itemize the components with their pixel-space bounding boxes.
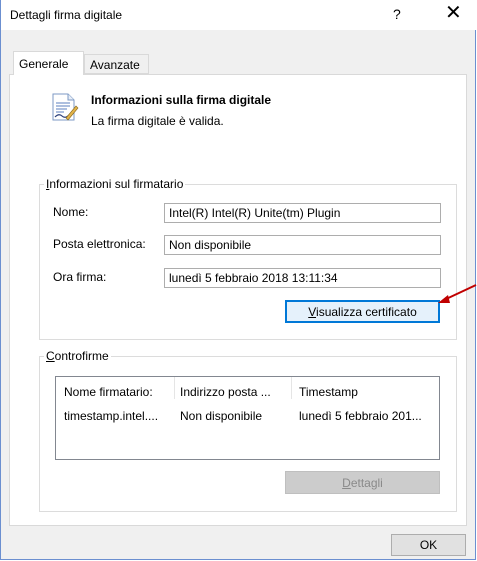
column-header-email[interactable]: Indirizzo posta ... [180, 385, 288, 399]
digital-signature-details-dialog: Dettagli firma digitale ? ✕ Generale Ava… [0, 0, 476, 560]
signing-time-label: Ora firma: [53, 270, 107, 284]
close-icon[interactable]: ✕ [445, 3, 462, 23]
countersignatures-legend: Controfirme [44, 349, 111, 363]
row-timestamp[interactable]: lunedì 5 febbraio 201... [299, 409, 439, 423]
column-header-timestamp[interactable]: Timestamp [299, 385, 439, 399]
countersign-legend-mnemonic: C [46, 349, 55, 363]
help-button[interactable]: ? [393, 6, 401, 22]
title-bar: Dettagli firma digitale ? ✕ [1, 0, 476, 30]
red-arrow-annotation-icon [438, 284, 477, 303]
countersignatures-list[interactable]: Nome firmatario: Indirizzo posta ... Tim… [55, 376, 440, 460]
row-signer-name[interactable]: timestamp.intel.... [64, 409, 174, 423]
name-field[interactable]: Intel(R) Intel(R) Unite(tm) Plugin [164, 203, 441, 223]
details-mnemonic: D [342, 476, 351, 490]
view-cert-label: isualizza certificato [316, 305, 417, 319]
name-label: Nome: [53, 205, 89, 219]
email-label: Posta elettronica: [53, 237, 146, 251]
details-button[interactable]: Dettagli [285, 471, 440, 494]
view-certificate-button[interactable]: Visualizza certificato [285, 300, 440, 323]
column-separator[interactable] [291, 377, 292, 399]
column-header-signer-name[interactable]: Nome firmatario: [64, 385, 172, 399]
details-label: ettagli [350, 476, 383, 490]
email-field[interactable]: Non disponibile [164, 235, 441, 255]
view-cert-mnemonic: V [308, 305, 317, 319]
tab-avanzate[interactable]: Avanzate [84, 54, 149, 74]
signer-info-legend: Informazioni sul firmatario [44, 177, 186, 191]
signing-time-field[interactable]: lunedì 5 febbraio 2018 13:11:34 [164, 268, 441, 288]
tab-generale[interactable]: Generale [13, 51, 84, 75]
certificate-document-icon [52, 93, 79, 121]
signer-legend-text: nformazioni sul firmatario [49, 177, 184, 191]
signature-valid-text: La firma digitale è valida. [91, 114, 224, 128]
ok-button[interactable]: OK [391, 534, 466, 556]
row-email[interactable]: Non disponibile [180, 409, 290, 423]
window-title: Dettagli firma digitale [10, 8, 123, 22]
countersign-legend-text: ontrofirme [54, 349, 109, 363]
column-separator[interactable] [174, 377, 175, 399]
info-title: Informazioni sulla firma digitale [91, 93, 272, 107]
